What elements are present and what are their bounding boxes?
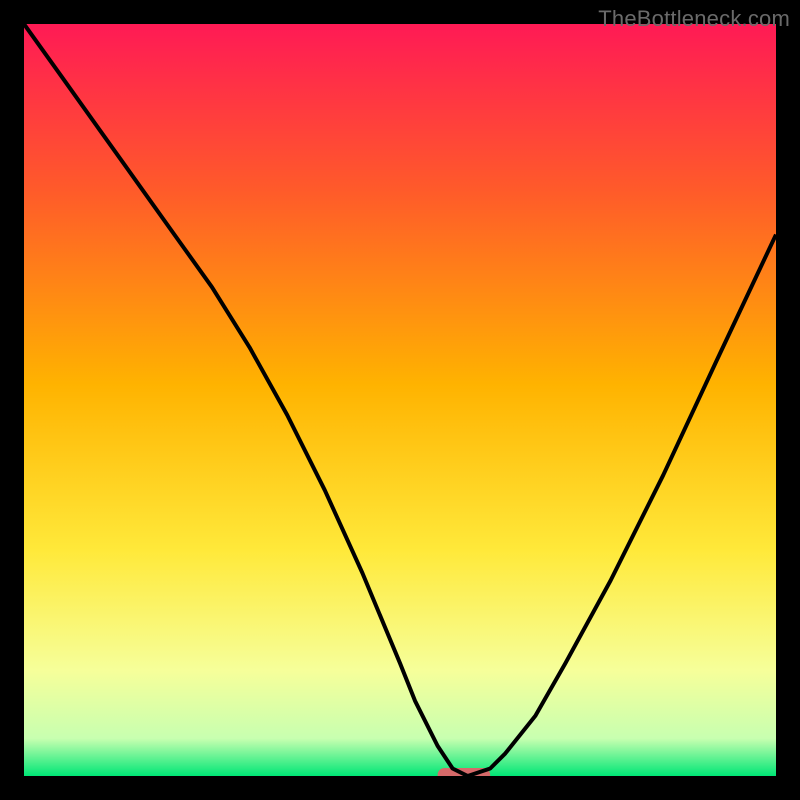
watermark-label: TheBottleneck.com: [598, 6, 790, 32]
plot-frame: [24, 24, 776, 776]
chart-container: TheBottleneck.com: [0, 0, 800, 800]
bottleneck-plot: [24, 24, 776, 776]
